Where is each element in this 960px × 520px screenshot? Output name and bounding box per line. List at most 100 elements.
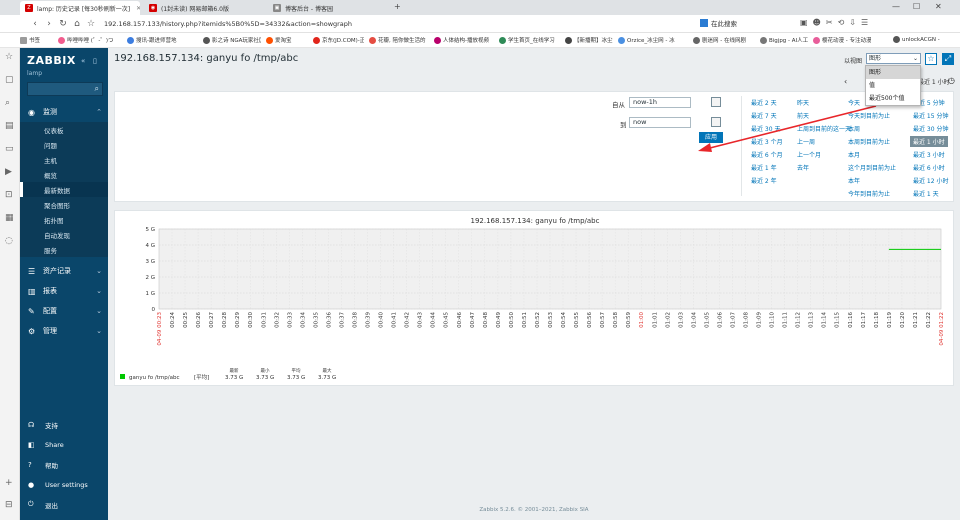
zabbix-logo[interactable]: ZABBIX <box>27 54 76 67</box>
url-input[interactable]: 192.168.157.133/history.php?itemids%5B0%… <box>104 20 524 28</box>
option-values[interactable]: 值 <box>866 79 920 92</box>
browser-search[interactable]: 在此搜索 <box>700 18 737 28</box>
share-link[interactable]: ◧ Share <box>20 435 108 454</box>
doc-icon[interactable]: ▦ <box>5 213 14 223</box>
bookmark-item[interactable]: 学生首页_在线学习 <box>499 36 555 44</box>
time-current-range[interactable]: 最近 1 小时 <box>918 77 950 86</box>
menu-configuration[interactable]: ✎ 配置 ⌄ <box>20 301 108 321</box>
close-icon[interactable]: ✕ <box>130 5 140 12</box>
browser-tab-mail[interactable]: ◉ (1封未读) 网易邮箱6.0版 <box>144 1 264 15</box>
quick-range-link[interactable]: 今年到目前为止 <box>848 189 890 198</box>
submenu-item[interactable]: 自动发现 <box>20 227 108 242</box>
submenu-item[interactable]: 最新数据 <box>20 182 108 197</box>
cart-icon[interactable]: ⊡ <box>5 190 13 200</box>
bookmarks-menu[interactable]: 书签 <box>20 36 40 44</box>
sidebar-search-input[interactable]: ⌕ <box>27 82 103 96</box>
from-input[interactable]: now-1h <box>629 97 691 108</box>
sign-out-link[interactable]: ⏻ 退出 <box>20 495 108 514</box>
home-icon[interactable]: ⌂ <box>70 19 84 29</box>
option-500-latest[interactable]: 最近500个值 <box>866 92 920 105</box>
x-tick-label: 01:19 <box>887 312 893 328</box>
bookmark-item[interactable]: 人体结构-播放视频 <box>434 36 489 44</box>
maximize-icon[interactable]: ☐ <box>913 2 920 11</box>
reload-icon[interactable]: ↻ <box>56 19 70 29</box>
submenu-item[interactable]: 概览 <box>20 167 108 182</box>
menu-inventory[interactable]: ☰ 资产记录 ⌄ <box>20 261 108 281</box>
x-tick-label: 01:15 <box>835 312 841 328</box>
zabbix-sidebar: ZABBIX « ▯ lamp ⌕ ◉ 监测 ⌃ ☰ 资产记录 ⌄ ▥ 报表 ⌄… <box>20 48 108 520</box>
submenu-item[interactable]: 拓扑图 <box>20 212 108 227</box>
kiosk-mode-icon[interactable]: ▯ <box>93 57 97 65</box>
video-icon[interactable]: ▶ <box>5 167 12 177</box>
quick-range-link[interactable]: 最近 6 小时 <box>913 163 945 172</box>
submenu-item[interactable]: 聚合图形 <box>20 197 108 212</box>
bookmark-item[interactable]: 哔哩哔哩 (゜-゜)つ <box>58 36 114 44</box>
chat-icon[interactable]: ◌ <box>5 236 13 246</box>
bookmark-item[interactable]: 搜讯-跟进师营地 <box>127 36 177 44</box>
book-icon[interactable]: ▤ <box>5 121 14 131</box>
quick-range-link[interactable]: 最近 2 年 <box>751 176 777 185</box>
minimize-icon[interactable]: — <box>892 2 900 11</box>
x-tick-label: 00:34 <box>300 312 306 328</box>
menu-administration[interactable]: ⚙ 管理 ⌄ <box>20 321 108 341</box>
menu-monitoring[interactable]: ◉ 监测 ⌃ <box>20 102 108 122</box>
bookmark-item[interactable]: 樱花动漫 - 专注动漫 <box>813 36 871 44</box>
bookmark-item[interactable]: 影之诗 NGA玩家社区 <box>203 36 261 44</box>
support-link[interactable]: ☊ 支持 <box>20 415 108 434</box>
x-tick-label: 00:43 <box>418 312 424 328</box>
bookmark-item[interactable]: unlockACGN - <box>893 36 940 43</box>
star-icon[interactable]: ☆ <box>84 19 98 29</box>
bookmark-item[interactable]: 花瓣, 陪你做生活的 <box>369 36 426 44</box>
forward-icon[interactable]: › <box>42 19 56 29</box>
quick-range-link[interactable]: 这个月到目前为止 <box>848 163 896 172</box>
game-icon[interactable]: ▭ <box>5 144 14 154</box>
chevron-down-icon: ⌄ <box>912 55 918 62</box>
bookmark-item[interactable]: Orzice_冰尘网 - 冰 <box>618 36 675 44</box>
bookmark-item[interactable]: 爱淘宝 <box>266 36 292 44</box>
fullscreen-button[interactable]: ⤢ <box>942 53 954 65</box>
search-icon[interactable]: ⌕ <box>5 98 10 108</box>
quick-range-link[interactable]: 本年 <box>848 176 860 185</box>
to-input[interactable]: now <box>629 117 691 128</box>
view-as-select[interactable]: 图形 ⌄ <box>866 53 921 64</box>
bag-icon[interactable]: ▢ <box>5 75 14 85</box>
quick-range-link[interactable]: 最近 30 分钟 <box>913 124 948 133</box>
bookmark-item[interactable]: Bigjpg - AI人工智能 <box>760 36 808 44</box>
quick-range-link[interactable]: 最近 1 年 <box>751 163 777 172</box>
user-settings-link[interactable]: ● User settings <box>20 475 108 494</box>
bookmark-favicon-icon <box>760 36 767 44</box>
x-tick-label: 00:42 <box>405 312 411 328</box>
bookmark-item[interactable]: 京东(JD.COM)-正品 <box>313 36 364 44</box>
favorite-star-button[interactable]: ☆ <box>925 53 937 65</box>
quick-range-link[interactable]: 去年 <box>797 163 809 172</box>
x-tick-label: 00:39 <box>366 312 372 328</box>
clock-icon[interactable]: ◷ <box>948 76 955 85</box>
submenu-item[interactable]: 服务 <box>20 242 108 257</box>
time-back-icon[interactable]: ‹ <box>844 77 847 86</box>
quick-range-link[interactable]: 最近 3 小时 <box>913 150 945 159</box>
star-icon[interactable]: ☆ <box>5 52 13 62</box>
quick-range-link[interactable]: 最近 1 天 <box>913 189 939 198</box>
browser-toolbar-icons[interactable]: ▣☻✂⟲⇩☰ <box>800 18 873 27</box>
bookmark-item[interactable]: 【新播期】冰尘识 <box>565 36 613 44</box>
back-icon[interactable]: ‹ <box>28 19 42 29</box>
x-tick-label: 00:45 <box>444 312 450 328</box>
submenu-item[interactable]: 仪表板 <box>20 122 108 137</box>
bookmark-item[interactable]: 剧迷网 - 在线网剧 <box>693 36 746 44</box>
help-link[interactable]: ? 帮助 <box>20 455 108 474</box>
browser-tab-zabbix[interactable]: Z lamp: 历史记录 [每30秒刷新一次] ✕ <box>20 1 140 15</box>
new-tab-button[interactable]: + <box>394 2 401 11</box>
browser-tab-blog[interactable]: ▣ 博客后台 - 博客园 <box>268 1 388 15</box>
menu-reports[interactable]: ▥ 报表 ⌄ <box>20 281 108 301</box>
y-tick-label: 3 G <box>145 259 155 265</box>
close-window-icon[interactable]: ✕ <box>935 2 942 11</box>
submenu-item[interactable]: 主机 <box>20 152 108 167</box>
add-icon[interactable]: + <box>5 478 13 488</box>
quick-range-link[interactable]: 最近 12 小时 <box>913 176 948 185</box>
settings-icon[interactable]: ⊟ <box>5 500 13 510</box>
option-graph[interactable]: 图形 <box>866 66 920 79</box>
collapse-sidebar-icon[interactable]: « <box>81 57 85 65</box>
quick-range-link[interactable]: 最近 15 分钟 <box>913 111 948 120</box>
quick-range-link[interactable]: 最近 1 小时 <box>910 136 948 147</box>
submenu-item[interactable]: 问题 <box>20 137 108 152</box>
